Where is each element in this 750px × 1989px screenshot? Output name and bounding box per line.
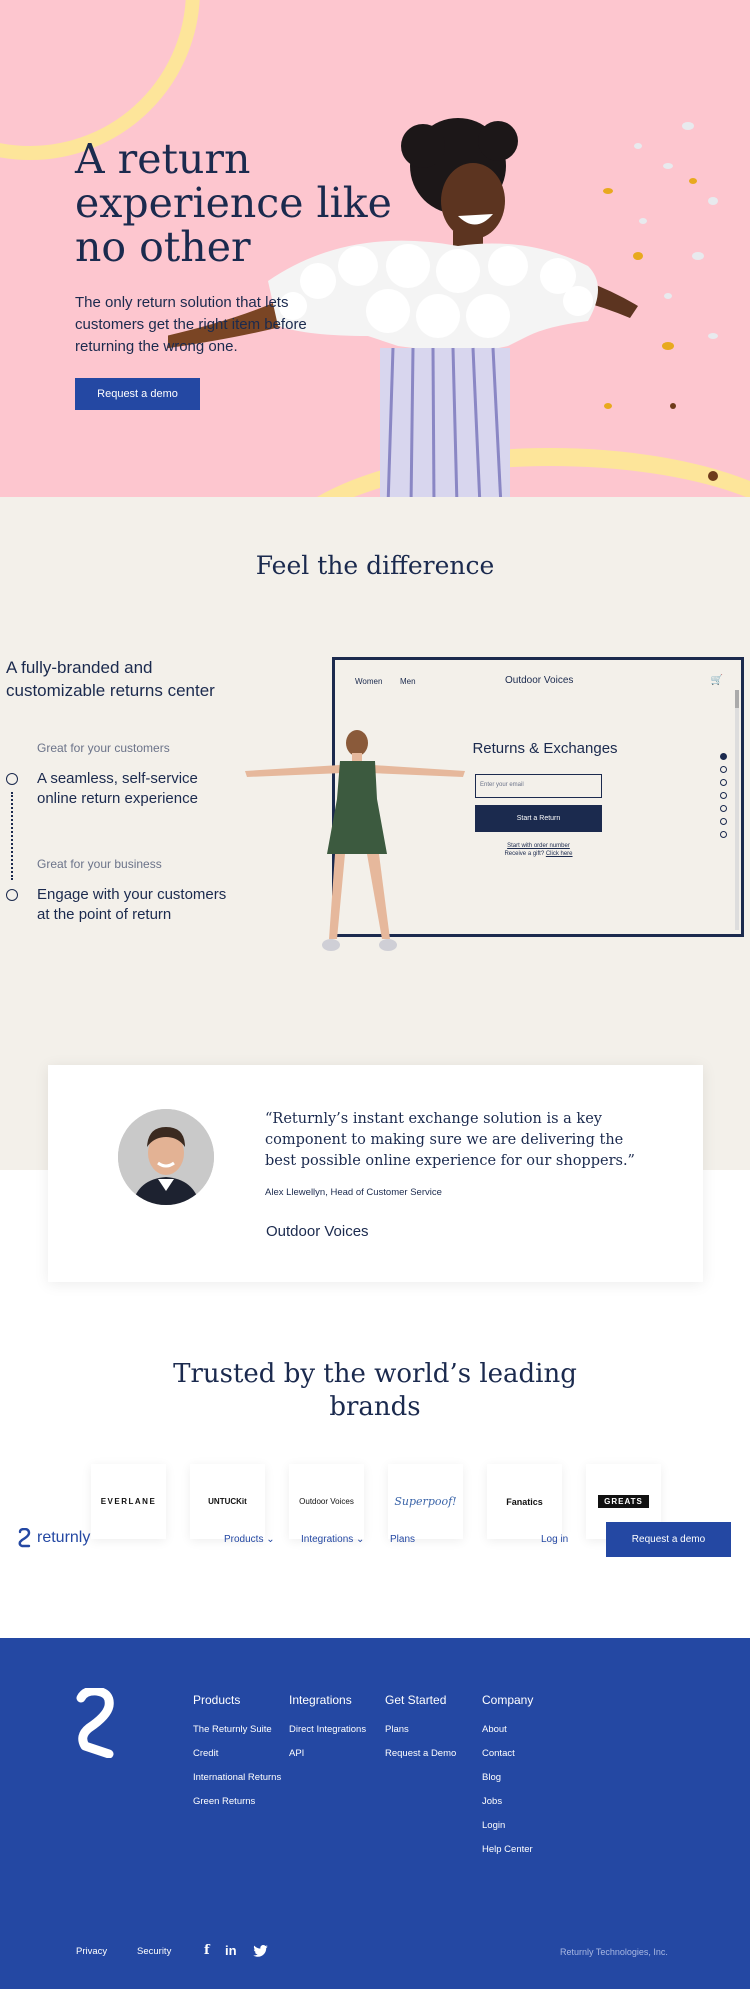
- demo-brand: Outdoor Voices: [505, 675, 574, 686]
- pager-dot[interactable]: [720, 779, 727, 786]
- pager-dot[interactable]: [720, 766, 727, 773]
- footer-link[interactable]: Jobs: [482, 1796, 502, 1807]
- feature-lead: A fully-branded and customizable returns…: [6, 658, 215, 700]
- section-heading: Trusted by the world’s leading brands: [173, 1359, 577, 1422]
- chevron-down-icon: ⌄: [266, 1534, 275, 1545]
- demo-email-field[interactable]: Enter your email: [475, 774, 602, 798]
- top-navigation: returnly Products ⌄ Integrations ⌄ Plans…: [0, 1522, 750, 1558]
- step-text[interactable]: Engage with your customers at the point …: [37, 885, 237, 925]
- hero-subtitle: The only return solution that lets custo…: [75, 294, 307, 355]
- pager-dot[interactable]: [720, 792, 727, 799]
- demo-scrollbar[interactable]: [735, 690, 739, 930]
- step-kicker: Great for your customers: [37, 741, 170, 755]
- footer-link[interactable]: Credit: [193, 1748, 218, 1759]
- chevron-down-icon: ⌄: [356, 1534, 365, 1545]
- step-kicker: Great for your business: [37, 857, 162, 871]
- demo-title: Returns & Exchanges: [472, 740, 618, 757]
- returnly-logo[interactable]: returnly: [18, 1528, 90, 1548]
- returnly-mark-icon: [18, 1528, 31, 1548]
- footer-link[interactable]: Help Center: [482, 1844, 533, 1855]
- company-logo: Outdoor Voices: [266, 1223, 369, 1240]
- demo-nav-women[interactable]: Women: [355, 677, 382, 686]
- pager-dot[interactable]: [720, 753, 727, 760]
- copyright: Returnly Technologies, Inc.: [560, 1947, 668, 1957]
- nav-login[interactable]: Log in: [541, 1534, 568, 1545]
- footer-link[interactable]: Blog: [482, 1772, 501, 1783]
- footer: Products The Returnly Suite Credit Inter…: [0, 1638, 750, 1989]
- hero-title: A return experience like no other: [75, 135, 392, 271]
- pager-dot[interactable]: [720, 818, 727, 825]
- footer-link[interactable]: About: [482, 1724, 507, 1735]
- logo-text: returnly: [37, 1529, 91, 1546]
- testimonial-card: “Returnly’s instant exchange solution is…: [48, 1065, 703, 1282]
- greats-wordmark: GREATS: [598, 1495, 649, 1508]
- footer-link[interactable]: Plans: [385, 1724, 409, 1735]
- pager-dot[interactable]: [720, 831, 727, 838]
- footer-link[interactable]: Login: [482, 1820, 505, 1831]
- nav-products[interactable]: Products ⌄: [224, 1534, 275, 1545]
- footer-logo-icon[interactable]: [75, 1688, 117, 1758]
- nav-products-label: Products: [224, 1534, 264, 1545]
- start-return-button[interactable]: Start a Return: [475, 805, 602, 832]
- step-dot[interactable]: [6, 773, 18, 785]
- gift-text: Receive a gift?: [504, 851, 545, 857]
- footer-heading: Integrations: [289, 1693, 352, 1707]
- demo-nav-men[interactable]: Men: [400, 677, 416, 686]
- footer-heading: Products: [193, 1693, 241, 1707]
- footer-link[interactable]: International Returns: [193, 1772, 281, 1783]
- model-image: [245, 730, 465, 951]
- order-number-link[interactable]: Start with order number: [475, 843, 602, 849]
- nav-integrations[interactable]: Integrations ⌄: [301, 1534, 364, 1545]
- footer-link[interactable]: Direct Integrations: [289, 1724, 366, 1735]
- footer-link[interactable]: Request a Demo: [385, 1748, 456, 1759]
- step-text[interactable]: A seamless, self-service online return e…: [37, 769, 237, 809]
- gift-link[interactable]: Click here: [546, 851, 573, 857]
- nav-plans[interactable]: Plans: [390, 1534, 415, 1545]
- security-link[interactable]: Security: [137, 1946, 171, 1957]
- pager-dot[interactable]: [720, 805, 727, 812]
- twitter-icon[interactable]: [253, 1945, 268, 1957]
- section-heading: Feel the difference: [255, 551, 495, 580]
- linkedin-icon[interactable]: in: [225, 1943, 237, 1958]
- testimonial-author: Alex Llewellyn, Head of Customer Service: [265, 1187, 442, 1198]
- avatar: [118, 1109, 214, 1205]
- hero-section: A return experience like no other The on…: [0, 0, 750, 497]
- footer-link[interactable]: The Returnly Suite: [193, 1724, 272, 1735]
- privacy-link[interactable]: Privacy: [76, 1946, 107, 1957]
- facebook-icon[interactable]: f: [204, 1943, 210, 1958]
- nav-integrations-label: Integrations: [301, 1534, 354, 1545]
- testimonial-quote: “Returnly’s instant exchange solution is…: [265, 1111, 635, 1169]
- footer-link[interactable]: Contact: [482, 1748, 515, 1759]
- step-connector: [11, 792, 13, 880]
- cart-icon[interactable]: 🛒: [711, 675, 723, 686]
- step-dot[interactable]: [6, 889, 18, 901]
- gift-line: Receive a gift? Click here: [475, 851, 602, 857]
- request-demo-button[interactable]: Request a demo: [75, 378, 200, 410]
- footer-link[interactable]: Green Returns: [193, 1796, 255, 1807]
- footer-heading: Company: [482, 1693, 534, 1707]
- footer-link[interactable]: API: [289, 1748, 304, 1759]
- demo-pager: [720, 753, 727, 844]
- nav-request-demo-button[interactable]: Request a demo: [606, 1522, 731, 1557]
- footer-heading: Get Started: [385, 1693, 447, 1707]
